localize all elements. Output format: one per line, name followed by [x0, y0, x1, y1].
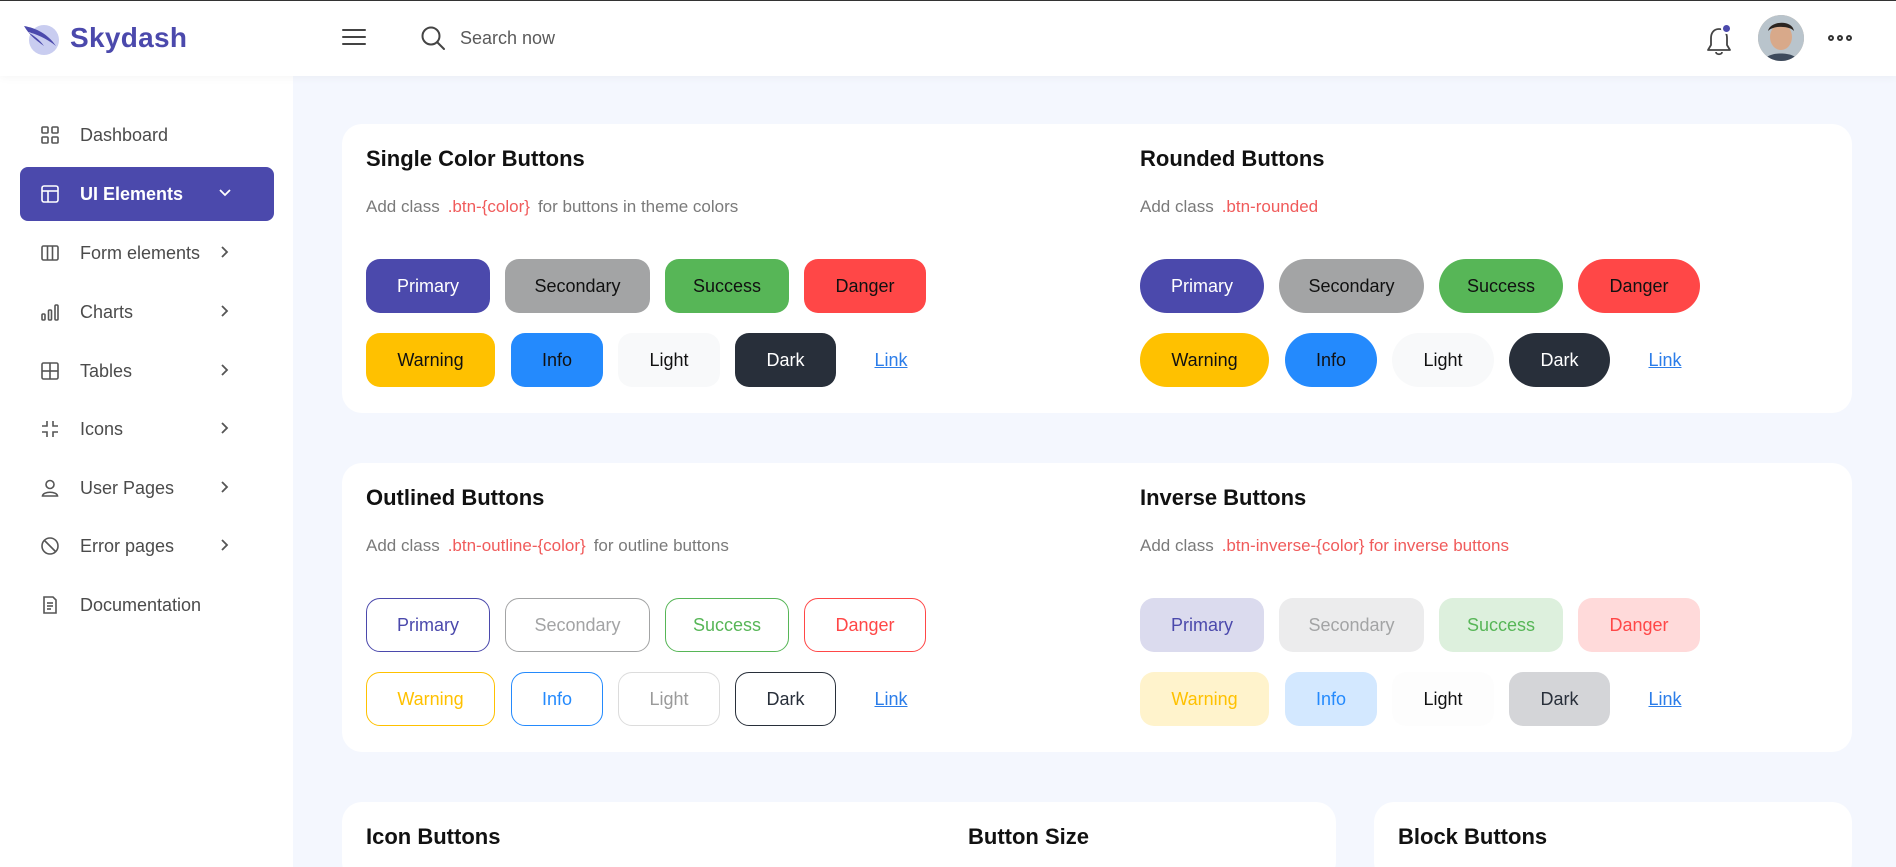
- inverse-secondary-button[interactable]: Secondary: [1279, 598, 1424, 652]
- search-bar: [420, 25, 760, 51]
- sidebar-item-label: UI Elements: [80, 183, 184, 204]
- search-input[interactable]: [460, 27, 760, 49]
- sidebar-item-documentation[interactable]: Documentation: [20, 578, 274, 632]
- inverse-light-button[interactable]: Light: [1392, 672, 1494, 726]
- section-title-button-size: Button Size: [968, 824, 1089, 849]
- chevron-right-icon: [221, 481, 229, 493]
- outline-link-button[interactable]: Link: [864, 672, 918, 726]
- sidebar-item-label: User Pages: [80, 477, 175, 498]
- rounded-dark-button[interactable]: Dark: [1509, 333, 1610, 387]
- sidebar-item-form-elements[interactable]: Form elements: [20, 226, 274, 280]
- rounded-light-button[interactable]: Light: [1392, 333, 1494, 387]
- avatar[interactable]: [1758, 15, 1804, 61]
- section-title-rounded: Rounded Buttons: [1140, 146, 1325, 171]
- rounded-secondary-button[interactable]: Secondary: [1279, 259, 1424, 313]
- sidebar-item-label: Icons: [80, 418, 124, 439]
- sidebar-item-charts[interactable]: Charts: [20, 285, 274, 339]
- danger-button[interactable]: Danger: [804, 259, 926, 313]
- outline-secondary-button[interactable]: Secondary: [505, 598, 650, 652]
- section-desc-inverse: Add class .btn-inverse-{color} for invers…: [1140, 536, 1509, 555]
- buttons-card-1: Single Color Buttons Add class .btn-{colo…: [342, 124, 1852, 413]
- inverse-dark-button[interactable]: Dark: [1509, 672, 1610, 726]
- inverse-success-button[interactable]: Success: [1439, 598, 1563, 652]
- outline-light-button[interactable]: Light: [618, 672, 720, 726]
- search-icon[interactable]: [420, 25, 446, 51]
- buttons-card-4: Block Buttons: [1374, 802, 1852, 867]
- notification-dot: [1721, 23, 1732, 34]
- section-desc-single: Add class .btn-{color} for buttons in them…: [366, 197, 739, 216]
- chevron-right-icon: [221, 305, 229, 317]
- secondary-button[interactable]: Secondary: [505, 259, 650, 313]
- inverse-link-button[interactable]: Link: [1638, 672, 1692, 726]
- rounded-success-button[interactable]: Success: [1439, 259, 1563, 313]
- user-icon: [38, 476, 62, 500]
- section-title-single: Single Color Buttons: [366, 146, 585, 171]
- buttons-card-3: Icon Buttons Button Size: [342, 802, 1336, 867]
- section-title-outlined: Outlined Buttons: [366, 485, 545, 510]
- brand-name: Skydash: [70, 22, 188, 53]
- sidebar-item-user-pages[interactable]: User Pages: [20, 461, 274, 515]
- brand-mark-icon: [24, 25, 59, 55]
- sidebar-panel: Dashboard UI Elements Form elements Char…: [0, 76, 293, 867]
- section-title-icon-buttons: Icon Buttons: [366, 824, 501, 849]
- sidebar-item-label: Dashboard: [80, 124, 169, 145]
- outline-dark-button[interactable]: Dark: [735, 672, 836, 726]
- rounded-danger-button[interactable]: Danger: [1578, 259, 1700, 313]
- outline-success-button[interactable]: Success: [665, 598, 789, 652]
- more-options-icon[interactable]: [1828, 35, 1852, 43]
- avatar-image: [1758, 15, 1804, 61]
- chevron-right-icon: [221, 422, 229, 434]
- section-desc-outlined: Add class .btn-outline-{color} for outline…: [366, 536, 729, 555]
- rounded-primary-button[interactable]: Primary: [1140, 259, 1264, 313]
- sidebar-item-label: Form elements: [80, 242, 201, 263]
- chevron-right-icon: [221, 539, 229, 551]
- grid-icon: [38, 123, 62, 147]
- inverse-info-button[interactable]: Info: [1285, 672, 1377, 726]
- rounded-link-button[interactable]: Link: [1638, 333, 1692, 387]
- sidebar-item-icons[interactable]: Icons: [20, 402, 274, 456]
- outline-warning-button[interactable]: Warning: [366, 672, 495, 726]
- sidebar-item-error-pages[interactable]: Error pages: [20, 519, 274, 573]
- rounded-warning-button[interactable]: Warning: [1140, 333, 1269, 387]
- chevron-right-icon: [221, 246, 229, 258]
- brand-logo[interactable]: Skydash: [22, 18, 187, 58]
- primary-button[interactable]: Primary: [366, 259, 490, 313]
- light-button[interactable]: Light: [618, 333, 720, 387]
- success-button[interactable]: Success: [665, 259, 789, 313]
- chevron-down-icon: [219, 189, 231, 197]
- section-title-inverse: Inverse Buttons: [1140, 485, 1307, 510]
- layout-icon: [38, 182, 62, 206]
- ban-icon: [38, 534, 62, 558]
- sidebar-item-label: Charts: [80, 301, 134, 322]
- menu-toggle-icon[interactable]: [342, 29, 366, 49]
- shrink-icon: [38, 417, 62, 441]
- columns-icon: [38, 241, 62, 265]
- info-button[interactable]: Info: [511, 333, 603, 387]
- inverse-warning-button[interactable]: Warning: [1140, 672, 1269, 726]
- rounded-info-button[interactable]: Info: [1285, 333, 1377, 387]
- bar-chart-icon: [38, 300, 62, 324]
- dark-button[interactable]: Dark: [735, 333, 836, 387]
- buttons-card-2: Outlined Buttons Add class .btn-outline-{…: [342, 463, 1852, 752]
- top-navbar: Skydash: [0, 0, 1896, 76]
- section-desc-rounded: Add class .btn-rounded: [1140, 197, 1319, 216]
- chevron-right-icon: [221, 364, 229, 376]
- sidebar-item-label: Error pages: [80, 535, 175, 556]
- notifications-button[interactable]: [1704, 23, 1734, 57]
- warning-button[interactable]: Warning: [366, 333, 495, 387]
- sidebar-item-label: Documentation: [80, 594, 202, 615]
- outline-primary-button[interactable]: Primary: [366, 598, 490, 652]
- sidebar-item-dashboard[interactable]: Dashboard: [20, 108, 274, 162]
- link-button[interactable]: Link: [864, 333, 918, 387]
- outline-info-button[interactable]: Info: [511, 672, 603, 726]
- outline-danger-button[interactable]: Danger: [804, 598, 926, 652]
- table-icon: [38, 359, 62, 383]
- sidebar-item-ui-elements[interactable]: UI Elements: [20, 167, 274, 221]
- document-icon: [38, 593, 62, 617]
- inverse-danger-button[interactable]: Danger: [1578, 598, 1700, 652]
- sidebar-item-label: Tables: [80, 360, 133, 381]
- sidebar-item-tables[interactable]: Tables: [20, 344, 274, 398]
- section-title-block-buttons: Block Buttons: [1398, 824, 1548, 849]
- inverse-primary-button[interactable]: Primary: [1140, 598, 1264, 652]
